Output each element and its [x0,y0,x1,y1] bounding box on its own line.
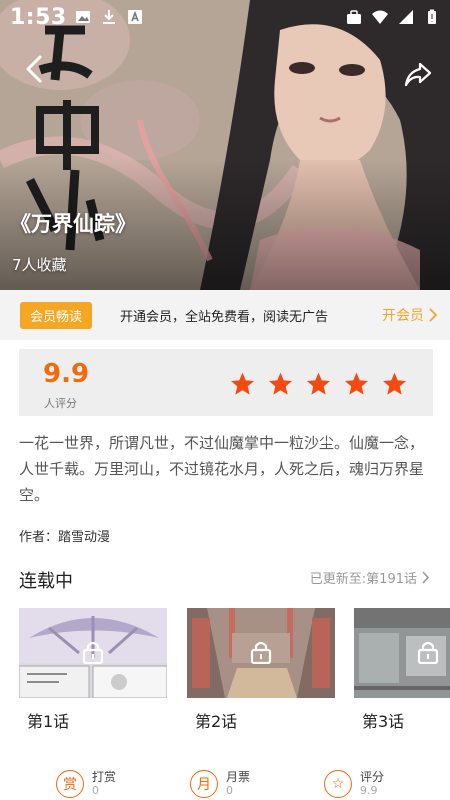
status-bar: 1:53 [0,0,450,34]
rating-score: 9.9 [43,359,90,389]
lock-icon [417,641,439,664]
star-icon[interactable] [267,371,294,397]
lock-icon [250,641,272,664]
rating-stars[interactable] [229,371,408,397]
chapter-label: 第1话 [27,712,70,730]
monthly-ticket-button[interactable]: 月 月票 0 [190,770,250,798]
chapter-thumbnail [187,608,335,698]
vip-badge: 会员畅读 [20,301,93,329]
vip-promo-bar[interactable]: 会员畅读 开通会员，全站免费看，阅读无广告 开会员 [0,290,450,340]
text-a-icon [127,10,142,24]
chapter-card[interactable]: 第3话 [354,608,450,730]
lock-icon [82,641,104,664]
briefcase-icon [347,10,361,24]
reward-label: 打赏 [92,770,117,784]
chapter-carousel[interactable]: 第1话 第2话 第3话 [19,608,450,730]
chapter-list-link[interactable]: 已更新至:第191话 [310,568,430,587]
rating-label: 人评分 [44,397,77,410]
status-time: 1:53 [10,4,67,30]
star-icon[interactable] [305,371,332,397]
comic-title: 《万界仙踪》 [10,212,136,236]
rating-card: 9.9 人评分 [19,349,433,416]
image-icon [75,11,90,23]
rate-score: 9.9 [360,784,378,797]
monthly-ticket-count: 0 [226,784,233,797]
latest-chapter-text: 已更新至:第191话 [309,572,417,587]
star-icon[interactable] [229,371,256,397]
chapter-card[interactable]: 第1话 [19,608,167,730]
star-icon[interactable] [343,371,370,397]
chapter-label: 第3话 [362,712,405,730]
back-icon[interactable] [20,52,50,86]
open-vip-label: 开会员 [382,308,424,324]
reward-button[interactable]: 赏 打赏 0 [56,770,116,798]
chevron-right-icon [422,571,430,584]
reward-icon: 赏 [56,770,84,798]
chapter-thumbnail [354,608,450,698]
download-icon [102,10,115,24]
battery-icon [428,9,436,24]
signal-icon [399,10,413,24]
reward-count: 0 [92,784,99,797]
monthly-ticket-icon: 月 [190,770,218,798]
open-vip-button[interactable]: 开会员 [382,305,438,325]
chapter-label: 第2话 [195,712,238,730]
comic-author: 作者：踏雪动漫 [19,530,111,545]
star-icon[interactable] [381,371,408,397]
share-icon[interactable] [404,60,432,88]
rate-label: 评分 [360,770,385,784]
serial-status: 连载中 [19,571,73,592]
monthly-ticket-label: 月票 [226,770,251,784]
chapter-thumbnail [19,608,167,698]
chevron-right-icon [429,308,438,322]
star-outline-icon: ☆ [324,770,352,798]
favorite-count: 7人收藏 [12,256,67,274]
rate-button[interactable]: ☆ 评分 9.9 [324,770,384,798]
wifi-icon [372,10,388,24]
vip-promo-text: 开通会员，全站免费看，阅读无广告 [120,309,329,325]
comic-description: 一花一世界，所谓凡世，不过仙魔掌中一粒沙尘。仙魔一念，人世千载。万里河山，不过镜… [19,434,425,504]
chapter-card[interactable]: 第2话 [187,608,335,730]
bottom-action-bar: 赏 打赏 0 月 月票 0 ☆ 评分 9.9 [0,760,450,800]
cover-banner: 1:53 《万界仙踪》 7人收藏 [0,0,450,290]
